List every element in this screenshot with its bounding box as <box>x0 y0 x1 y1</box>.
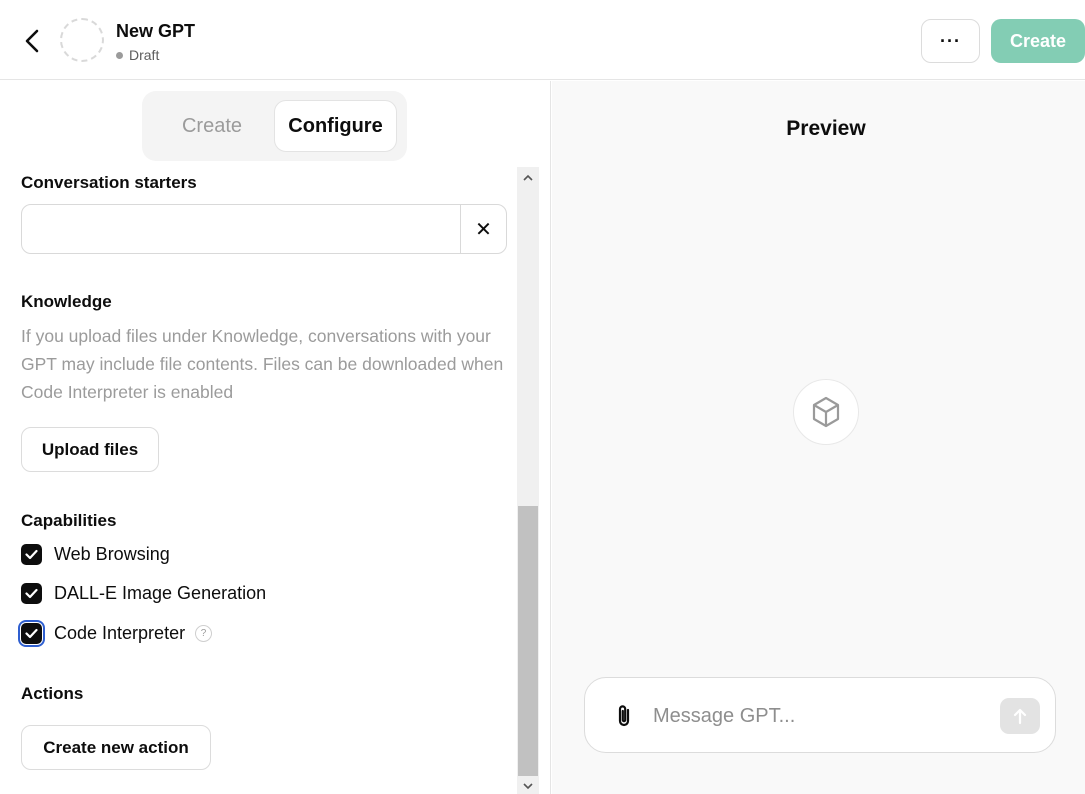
knowledge-description: If you upload files under Knowledge, con… <box>21 326 504 402</box>
capability-label: Web Browsing <box>54 543 170 564</box>
mode-tabs: Create Configure <box>142 91 407 161</box>
close-icon: ✕ <box>475 218 492 241</box>
capability-label: DALL-E Image Generation <box>54 582 267 603</box>
scroll-thumb[interactable] <box>518 506 538 776</box>
tab-create[interactable]: Create <box>160 100 264 152</box>
gpt-avatar-placeholder[interactable] <box>60 18 104 62</box>
capability-label: Code Interpreter <box>54 622 186 643</box>
checkmark-icon <box>25 588 38 598</box>
panel-scrollbar[interactable] <box>517 167 539 794</box>
header-bar: New GPT Draft ··· Create <box>0 0 1085 80</box>
create-new-action-button[interactable]: Create new action <box>21 725 211 770</box>
paperclip-icon <box>618 705 630 727</box>
help-icon[interactable]: ? <box>195 624 213 642</box>
upload-files-button[interactable]: Upload files <box>21 427 159 472</box>
actions-heading: Actions <box>21 684 84 703</box>
message-composer <box>584 677 1056 753</box>
create-gpt-button[interactable]: Create <box>991 19 1085 63</box>
checkmark-icon <box>25 549 38 559</box>
dalle-checkbox[interactable] <box>21 582 42 604</box>
chevron-up-icon <box>523 174 533 181</box>
clear-starter-button[interactable]: ✕ <box>460 205 506 253</box>
cube-icon <box>812 396 840 428</box>
code-interpreter-checkbox[interactable] <box>18 619 45 647</box>
message-input[interactable] <box>653 696 983 736</box>
capability-dalle[interactable]: DALL-E Image Generation <box>21 580 266 606</box>
scroll-up-button[interactable] <box>517 167 539 187</box>
send-button[interactable] <box>1000 698 1040 734</box>
arrow-up-icon <box>1013 708 1027 725</box>
web-browsing-checkbox[interactable] <box>21 543 42 565</box>
capability-web-browsing[interactable]: Web Browsing <box>21 541 170 567</box>
conversation-starters-heading: Conversation starters <box>21 173 197 192</box>
gpt-name: New GPT <box>116 21 196 41</box>
ellipsis-icon: ··· <box>940 30 961 51</box>
conversation-starter-row: ✕ <box>21 204 507 254</box>
checkmark-icon <box>25 628 38 638</box>
status-dot-icon <box>116 51 123 59</box>
chevron-down-icon <box>523 782 533 789</box>
gpt-logo <box>793 379 859 445</box>
conversation-starter-input[interactable] <box>22 205 460 253</box>
configure-panel: Create Configure Conversation starters ✕… <box>0 81 551 794</box>
more-options-button[interactable]: ··· <box>921 19 980 63</box>
knowledge-heading: Knowledge <box>21 292 112 311</box>
chevron-left-icon <box>25 29 39 53</box>
capabilities-heading: Capabilities <box>21 511 117 530</box>
preview-title: Preview <box>786 117 866 140</box>
scroll-down-button[interactable] <box>517 776 539 794</box>
tab-configure[interactable]: Configure <box>274 100 397 152</box>
preview-panel: Preview <box>552 81 1085 794</box>
capability-code-interpreter[interactable]: Code Interpreter ? <box>18 619 213 647</box>
status-label: Draft <box>129 47 160 63</box>
attach-file-button[interactable] <box>612 702 636 730</box>
draft-status: Draft <box>116 47 159 63</box>
back-button[interactable] <box>20 26 46 56</box>
